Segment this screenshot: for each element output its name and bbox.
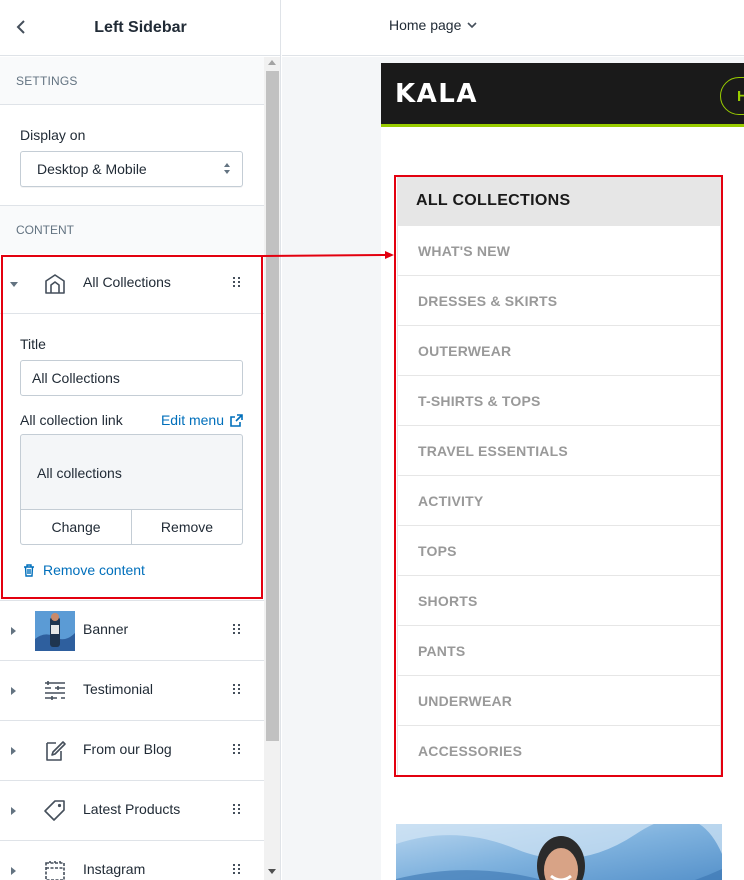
remove-button[interactable]: Remove	[132, 510, 242, 544]
drag-handle-icon[interactable]	[233, 624, 241, 636]
title-input[interactable]: All Collections	[20, 360, 243, 396]
settings-section-label: SETTINGS	[0, 57, 264, 105]
remove-content-button[interactable]: Remove content	[20, 562, 244, 578]
select-arrows-icon	[224, 163, 230, 174]
external-link-icon	[230, 413, 243, 427]
title-label: Title	[20, 336, 46, 352]
collection-link[interactable]: TOPS	[397, 526, 721, 576]
scroll-down-icon[interactable]	[268, 869, 276, 874]
collection-picker: All collections Change Remove	[20, 434, 243, 545]
instagram-icon	[45, 861, 65, 880]
testimonial-icon	[45, 681, 65, 700]
block-label: Instagram	[83, 861, 146, 877]
collection-link[interactable]: SHORTS	[397, 576, 721, 626]
display-on-select[interactable]: Desktop & Mobile	[20, 151, 243, 187]
drag-handle-icon[interactable]	[233, 804, 241, 816]
tag-icon	[44, 800, 65, 821]
drag-handle-icon[interactable]	[233, 744, 241, 756]
block-label: Testimonial	[83, 681, 154, 697]
block-settings: Title All Collections All collection lin…	[0, 314, 264, 600]
collection-icon	[45, 274, 65, 294]
store-header: KALA H	[381, 63, 744, 127]
block-all-collections: All Collections Title All Collections Al…	[0, 254, 264, 601]
scroll-up-icon[interactable]	[268, 60, 276, 65]
banner-thumbnail	[35, 611, 75, 651]
store-preview: KALA H ALL COLLECTIONS WHAT'S NEW DRESSE…	[381, 63, 744, 880]
preview-topbar: Home page	[282, 0, 744, 56]
collections-menu: ALL COLLECTIONS WHAT'S NEW DRESSES & SKI…	[397, 176, 721, 776]
drag-handle-icon[interactable]	[233, 277, 241, 289]
collection-link-row: All collection link Edit menu	[20, 412, 243, 428]
collection-link[interactable]: TRAVEL ESSENTIALS	[397, 426, 721, 476]
drag-handle-icon[interactable]	[233, 684, 241, 696]
page-selector[interactable]: Home page	[389, 17, 477, 33]
chevron-left-icon	[16, 20, 25, 34]
store-logo[interactable]: KALA	[395, 79, 478, 109]
caret-right-icon[interactable]	[11, 627, 16, 635]
panel-scroll-area[interactable]: SETTINGS Display on Desktop & Mobile CON…	[0, 57, 264, 880]
change-button[interactable]: Change	[21, 510, 132, 544]
display-on-value: Desktop & Mobile	[37, 161, 147, 177]
caret-right-icon[interactable]	[11, 867, 16, 875]
nav-pill[interactable]: H	[720, 77, 744, 115]
collection-link[interactable]: T-SHIRTS & TOPS	[397, 376, 721, 426]
collections-heading: ALL COLLECTIONS	[397, 176, 721, 226]
caret-right-icon[interactable]	[11, 807, 16, 815]
panel-title: Left Sidebar	[94, 18, 187, 36]
block-label: From our Blog	[83, 741, 172, 757]
block-instagram[interactable]: Instagram	[0, 841, 264, 880]
collection-link[interactable]: DRESSES & SKIRTS	[397, 276, 721, 326]
drag-handle-icon[interactable]	[233, 864, 241, 876]
banner-image	[396, 824, 722, 880]
trash-icon	[24, 563, 34, 577]
block-banner[interactable]: Banner	[0, 601, 264, 661]
page-selector-label: Home page	[389, 17, 462, 33]
caret-down-icon[interactable]	[10, 282, 18, 287]
display-on-label: Display on	[20, 127, 86, 143]
block-latest-products[interactable]: Latest Products	[0, 781, 264, 841]
remove-content-label: Remove content	[43, 562, 145, 578]
panel-header: Left Sidebar	[0, 0, 280, 56]
block-from-our-blog[interactable]: From our Blog	[0, 721, 264, 781]
collection-link[interactable]: OUTERWEAR	[397, 326, 721, 376]
block-label: Latest Products	[83, 801, 181, 817]
blog-icon	[46, 741, 66, 761]
block-label: Banner	[83, 621, 129, 637]
collection-link[interactable]: PANTS	[397, 626, 721, 676]
scroll-thumb[interactable]	[266, 71, 279, 741]
collection-link[interactable]: WHAT'S NEW	[397, 226, 721, 276]
caret-right-icon[interactable]	[11, 687, 16, 695]
collection-picker-actions: Change Remove	[21, 509, 242, 544]
collection-link[interactable]: ACCESSORIES	[397, 726, 721, 776]
block-header-all-collections[interactable]: All Collections	[0, 254, 264, 314]
content-section-label: CONTENT	[0, 206, 264, 254]
collection-link-label: All collection link	[20, 412, 123, 428]
block-testimonial[interactable]: Testimonial	[0, 661, 264, 721]
collection-link[interactable]: ACTIVITY	[397, 476, 721, 526]
edit-menu-label: Edit menu	[160, 412, 224, 428]
scrollbar[interactable]	[264, 57, 280, 880]
caret-right-icon[interactable]	[11, 747, 16, 755]
settings-body: Display on Desktop & Mobile	[0, 105, 264, 206]
selected-collection: All collections	[37, 465, 122, 481]
edit-menu-link[interactable]: Edit menu	[161, 412, 243, 428]
block-label: All Collections	[83, 274, 171, 290]
chevron-down-icon	[467, 21, 477, 28]
collection-link[interactable]: UNDERWEAR	[397, 676, 721, 726]
back-button[interactable]	[10, 16, 32, 38]
theme-editor: Left Sidebar SETTINGS Display on Desktop…	[0, 0, 744, 880]
sidebar-panel: Left Sidebar SETTINGS Display on Desktop…	[0, 0, 281, 880]
